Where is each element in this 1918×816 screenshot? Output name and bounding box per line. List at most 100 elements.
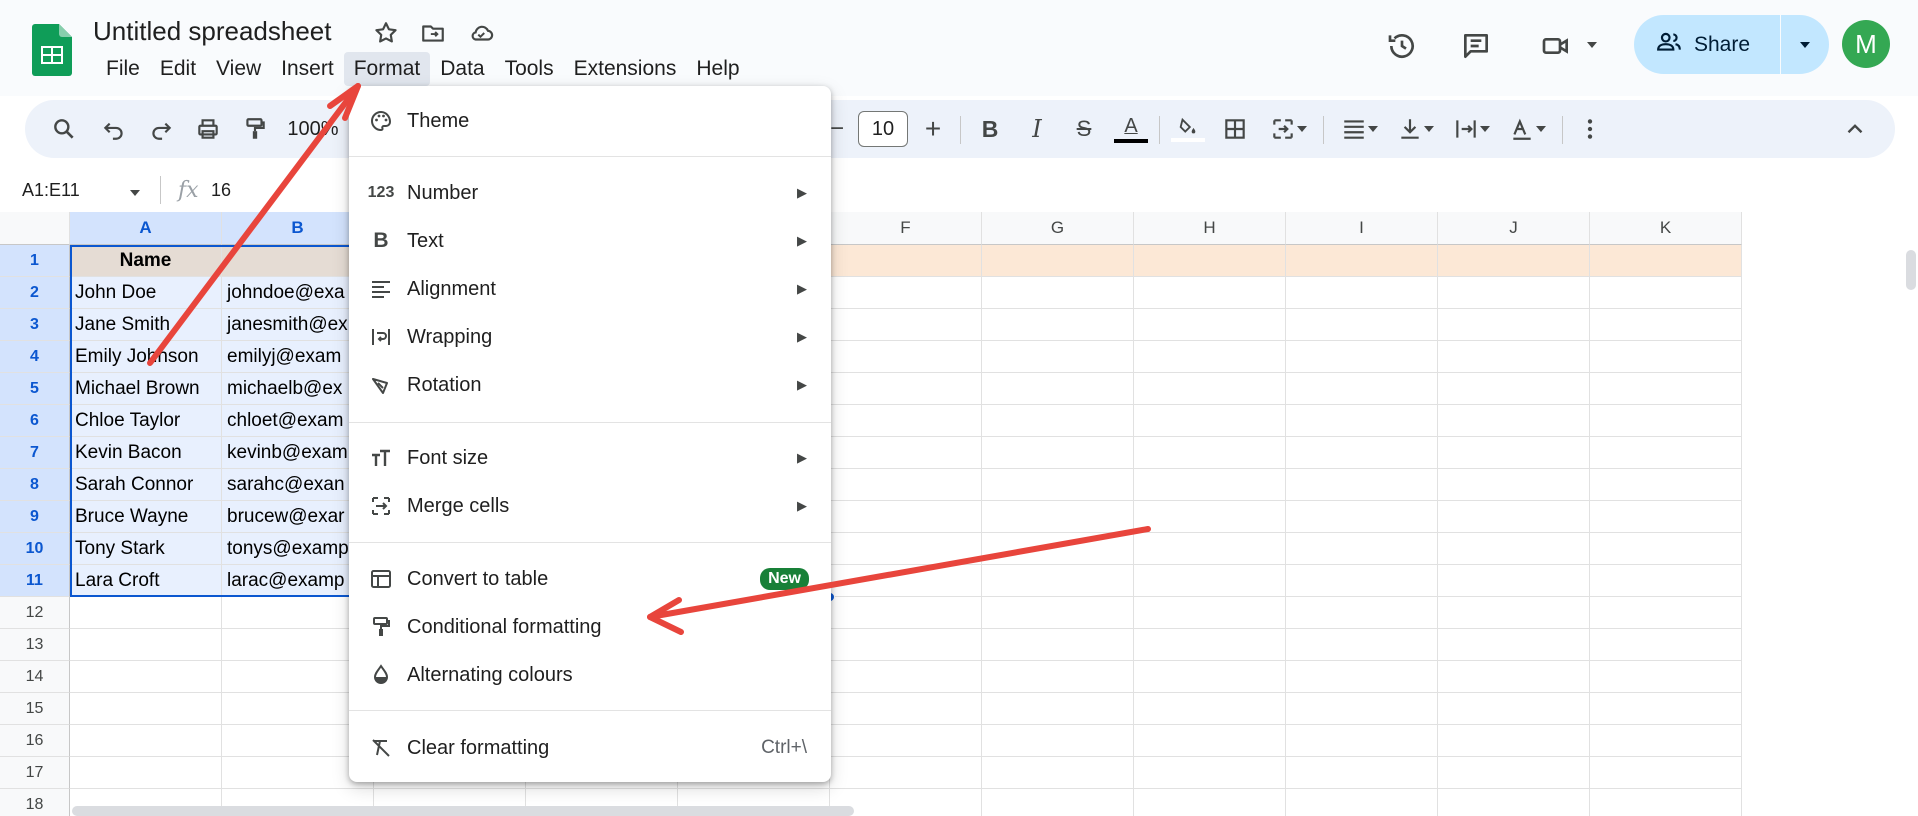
row-header-1[interactable]: 1 — [0, 245, 70, 277]
header-cell-g[interactable] — [982, 245, 1134, 277]
empty-cell[interactable] — [1438, 309, 1590, 341]
row-header-7[interactable]: 7 — [0, 437, 70, 469]
merge-cells-icon[interactable] — [1263, 110, 1315, 148]
empty-cell[interactable] — [70, 693, 222, 725]
empty-cell[interactable] — [1286, 341, 1438, 373]
empty-cell[interactable] — [1134, 501, 1286, 533]
empty-cell[interactable] — [830, 757, 982, 789]
share-button[interactable]: Share — [1634, 15, 1780, 74]
empty-cell[interactable] — [830, 373, 982, 405]
empty-cell[interactable] — [1590, 341, 1742, 373]
empty-cell[interactable] — [830, 565, 982, 597]
empty-cell[interactable] — [1438, 693, 1590, 725]
empty-cell[interactable] — [982, 789, 1134, 816]
empty-cell[interactable] — [1438, 597, 1590, 629]
empty-cell[interactable] — [1134, 341, 1286, 373]
cell-name[interactable]: Sarah Connor — [70, 469, 222, 501]
empty-cell[interactable] — [70, 597, 222, 629]
empty-cell[interactable] — [830, 693, 982, 725]
menu-item-alternating-colours[interactable]: Alternating colours — [349, 654, 831, 696]
empty-cell[interactable] — [1134, 789, 1286, 816]
search-menus-icon[interactable] — [45, 110, 83, 148]
empty-cell[interactable] — [1286, 533, 1438, 565]
empty-cell[interactable] — [1134, 725, 1286, 757]
row-header-18[interactable]: 18 — [0, 789, 70, 816]
empty-cell[interactable] — [1134, 309, 1286, 341]
increase-font-size-icon[interactable]: + — [915, 110, 951, 148]
empty-cell[interactable] — [982, 757, 1134, 789]
formula-input[interactable]: 16 — [211, 180, 231, 201]
strikethrough-icon[interactable]: S — [1065, 110, 1103, 148]
cloud-status-icon[interactable] — [466, 18, 496, 48]
empty-cell[interactable] — [1590, 373, 1742, 405]
header-cell-j[interactable] — [1438, 245, 1590, 277]
empty-cell[interactable] — [1438, 661, 1590, 693]
menu-item-number[interactable]: 123 Number ▶ — [349, 172, 831, 214]
row-header-14[interactable]: 14 — [0, 661, 70, 693]
empty-cell[interactable] — [1590, 693, 1742, 725]
sheets-logo-icon[interactable] — [32, 24, 72, 76]
move-folder-icon[interactable] — [418, 18, 448, 48]
row-header-9[interactable]: 9 — [0, 501, 70, 533]
menu-item-text[interactable]: B Text ▶ — [349, 220, 831, 262]
empty-cell[interactable] — [982, 469, 1134, 501]
row-header-12[interactable]: 12 — [0, 597, 70, 629]
empty-cell[interactable] — [1134, 437, 1286, 469]
row-header-13[interactable]: 13 — [0, 629, 70, 661]
column-header-g[interactable]: G — [982, 212, 1134, 245]
empty-cell[interactable] — [1286, 277, 1438, 309]
empty-cell[interactable] — [982, 309, 1134, 341]
empty-cell[interactable] — [982, 597, 1134, 629]
comments-icon[interactable] — [1456, 26, 1496, 66]
row-header-15[interactable]: 15 — [0, 693, 70, 725]
empty-cell[interactable] — [1438, 373, 1590, 405]
vertical-align-icon[interactable] — [1391, 110, 1441, 148]
menu-item-convert-to-table[interactable]: Convert to table New — [349, 558, 831, 600]
empty-cell[interactable] — [1286, 565, 1438, 597]
empty-cell[interactable] — [830, 501, 982, 533]
name-box[interactable]: A1:E11 — [22, 180, 80, 201]
undo-icon[interactable] — [95, 110, 133, 148]
menu-help[interactable]: Help — [686, 52, 749, 86]
empty-cell[interactable] — [1438, 277, 1590, 309]
menu-extensions[interactable]: Extensions — [564, 52, 687, 86]
empty-cell[interactable] — [830, 277, 982, 309]
menu-tools[interactable]: Tools — [495, 52, 564, 86]
empty-cell[interactable] — [1590, 533, 1742, 565]
star-icon[interactable] — [371, 18, 401, 48]
empty-cell[interactable] — [70, 725, 222, 757]
empty-cell[interactable] — [1134, 565, 1286, 597]
collapse-toolbar-icon[interactable] — [1836, 110, 1874, 148]
empty-cell[interactable] — [1438, 757, 1590, 789]
row-header-6[interactable]: 6 — [0, 405, 70, 437]
empty-cell[interactable] — [830, 437, 982, 469]
empty-cell[interactable] — [982, 373, 1134, 405]
horizontal-align-icon[interactable] — [1335, 110, 1385, 148]
meet-video-icon[interactable] — [1536, 26, 1576, 66]
text-rotation-icon[interactable] — [1503, 110, 1553, 148]
empty-cell[interactable] — [1438, 565, 1590, 597]
name-box-dropdown-icon[interactable] — [128, 186, 142, 198]
empty-cell[interactable] — [982, 693, 1134, 725]
empty-cell[interactable] — [830, 309, 982, 341]
menu-item-merge-cells[interactable]: Merge cells ▶ — [349, 485, 831, 527]
empty-cell[interactable] — [1590, 277, 1742, 309]
empty-cell[interactable] — [1590, 501, 1742, 533]
empty-cell[interactable] — [1134, 757, 1286, 789]
empty-cell[interactable] — [1286, 469, 1438, 501]
version-history-icon[interactable] — [1382, 26, 1422, 66]
empty-cell[interactable] — [1590, 725, 1742, 757]
header-cell-h[interactable] — [1134, 245, 1286, 277]
empty-cell[interactable] — [1438, 789, 1590, 816]
text-wrapping-icon[interactable] — [1447, 110, 1497, 148]
empty-cell[interactable] — [1286, 597, 1438, 629]
empty-cell[interactable] — [1590, 597, 1742, 629]
empty-cell[interactable] — [1438, 501, 1590, 533]
empty-cell[interactable] — [70, 629, 222, 661]
menu-item-alignment[interactable]: Alignment ▶ — [349, 268, 831, 310]
empty-cell[interactable] — [1134, 693, 1286, 725]
empty-cell[interactable] — [830, 341, 982, 373]
empty-cell[interactable] — [1134, 277, 1286, 309]
empty-cell[interactable] — [1286, 789, 1438, 816]
row-header-5[interactable]: 5 — [0, 373, 70, 405]
